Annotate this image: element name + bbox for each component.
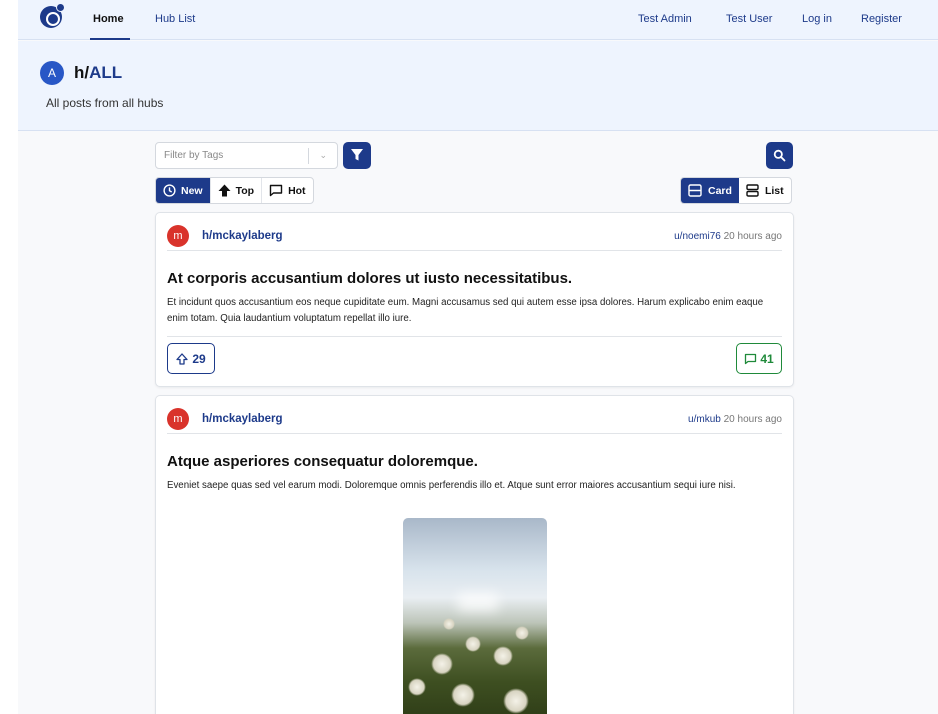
view-card-label: Card xyxy=(708,184,732,197)
hub-avatar: m xyxy=(167,225,189,247)
nav-home-link[interactable]: Home xyxy=(93,13,124,25)
post-image[interactable] xyxy=(403,518,547,714)
sort-new-label: New xyxy=(181,184,203,197)
post-meta: u/noemi76 20 hours ago xyxy=(674,231,782,242)
tags-filter-select[interactable]: Filter by Tags ⌄ xyxy=(155,142,338,169)
post-header: m h/mckaylaberg u/mkub 20 hours ago xyxy=(167,408,782,434)
nav-hub-list-link[interactable]: Hub List xyxy=(155,13,195,25)
post-time: 20 hours ago xyxy=(723,414,782,425)
sort-new-button[interactable]: New xyxy=(156,178,211,203)
apply-filter-button[interactable] xyxy=(343,142,371,169)
post-header: m h/mckaylaberg u/noemi76 20 hours ago xyxy=(167,225,782,251)
list-view-icon xyxy=(746,184,759,197)
clock-icon xyxy=(163,184,176,197)
dandelion-shape xyxy=(451,683,475,707)
hub-avatar: m xyxy=(167,408,189,430)
chevron-down-icon[interactable]: ⌄ xyxy=(319,150,327,161)
sort-button-group: New Top Hot xyxy=(155,177,314,204)
site-logo-icon[interactable] xyxy=(40,3,65,28)
sort-hot-label: Hot xyxy=(288,184,306,197)
post-card[interactable]: m h/mckaylaberg u/noemi76 20 hours ago A… xyxy=(155,212,794,387)
nav-login-link[interactable]: Log in xyxy=(802,13,832,25)
post-hub-link[interactable]: h/mckaylaberg xyxy=(202,413,283,425)
view-list-button[interactable]: List xyxy=(739,178,791,203)
hub-subtitle: All posts from all hubs xyxy=(46,96,164,110)
post-time: 20 hours ago xyxy=(723,231,782,242)
nav-register-link[interactable]: Register xyxy=(861,13,902,25)
post-author-link[interactable]: u/mkub xyxy=(688,414,721,425)
hub-header: A h/ALL All posts from all hubs xyxy=(18,41,938,131)
top-navbar: Home Hub List Test Admin Test User Log i… xyxy=(18,0,938,40)
funnel-icon xyxy=(351,149,363,161)
dandelion-shape xyxy=(515,626,529,640)
image-sunlight xyxy=(458,593,498,611)
hub-avatar: A xyxy=(40,61,64,85)
sort-top-label: Top xyxy=(235,184,255,197)
dandelion-shape xyxy=(431,653,453,675)
post-title[interactable]: Atque asperiores consequatur doloremque. xyxy=(167,453,478,470)
search-icon xyxy=(773,149,786,162)
search-button[interactable] xyxy=(766,142,793,169)
sort-hot-button[interactable]: Hot xyxy=(262,178,313,203)
comment-icon xyxy=(745,353,757,364)
post-divider xyxy=(167,336,782,337)
chat-bubble-icon xyxy=(269,184,283,197)
view-card-button[interactable]: Card xyxy=(681,178,739,203)
hub-title: h/ALL xyxy=(74,63,122,83)
post-body: Et incidunt quos accusantium eos neque c… xyxy=(167,297,764,324)
comments-button[interactable]: 41 xyxy=(736,343,782,374)
hub-title-name: ALL xyxy=(89,63,123,82)
arrow-up-icon xyxy=(218,184,231,197)
sort-top-button[interactable]: Top xyxy=(211,178,263,203)
card-view-icon xyxy=(688,184,702,197)
dandelion-shape xyxy=(408,678,426,696)
select-separator xyxy=(308,148,309,164)
dandelion-shape xyxy=(503,688,529,714)
post-hub-link[interactable]: h/mckaylaberg xyxy=(202,230,283,242)
comment-count: 41 xyxy=(760,351,774,366)
upvote-button[interactable]: 29 xyxy=(167,343,215,374)
hub-title-prefix: h/ xyxy=(74,63,90,82)
post-title[interactable]: At corporis accusantium dolores ut iusto… xyxy=(167,270,572,287)
nav-active-indicator xyxy=(90,38,130,40)
vote-count: 29 xyxy=(192,351,206,366)
nav-test-user-link[interactable]: Test User xyxy=(726,13,772,25)
view-toggle-group: Card List xyxy=(680,177,792,204)
dandelion-shape xyxy=(493,646,513,666)
tags-filter-placeholder: Filter by Tags xyxy=(164,150,224,161)
post-meta: u/mkub 20 hours ago xyxy=(688,414,782,425)
dandelion-shape xyxy=(443,618,455,630)
dandelion-shape xyxy=(465,636,481,652)
post-author-link[interactable]: u/noemi76 xyxy=(674,231,721,242)
post-card[interactable]: m h/mckaylaberg u/mkub 20 hours ago Atqu… xyxy=(155,395,794,714)
nav-test-admin-link[interactable]: Test Admin xyxy=(638,13,692,25)
upvote-arrow-icon xyxy=(176,352,188,365)
view-list-label: List xyxy=(764,184,784,197)
post-body: Eveniet saepe quas sed vel earum modi. D… xyxy=(167,480,736,491)
